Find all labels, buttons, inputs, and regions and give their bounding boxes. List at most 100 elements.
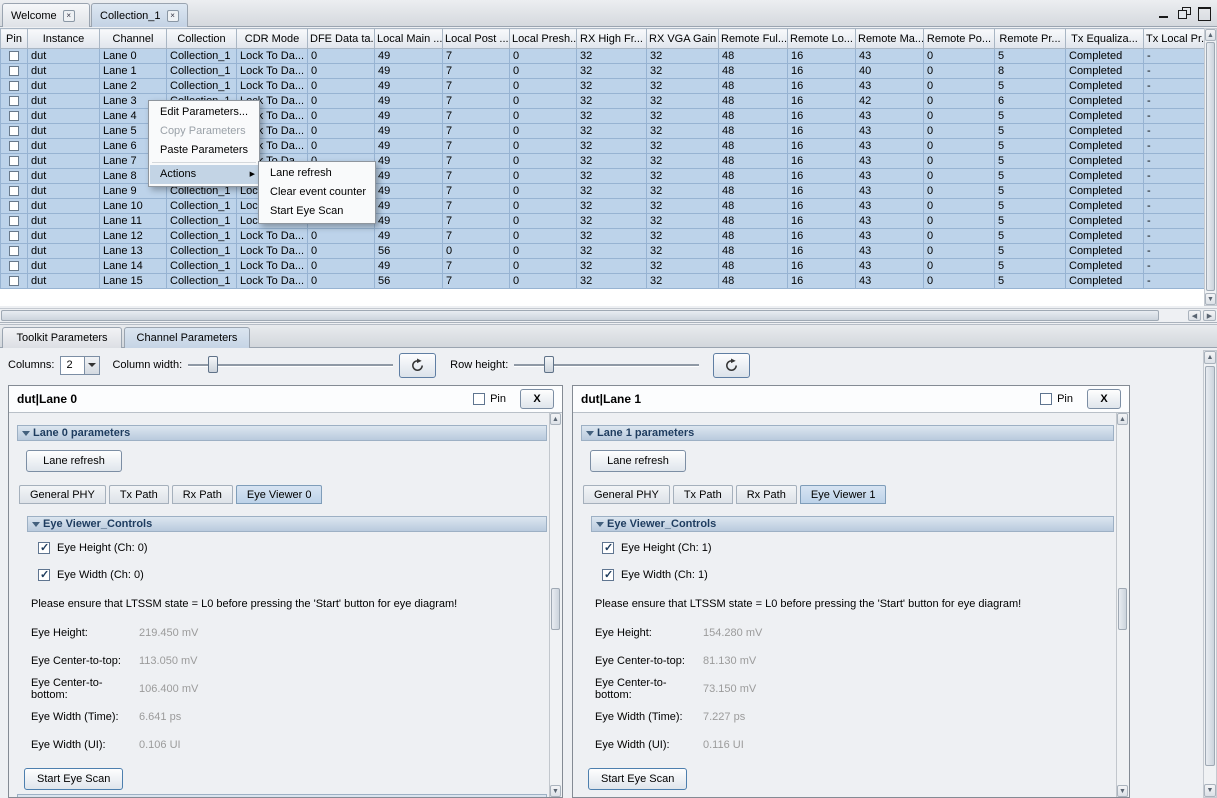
scroll-thumb[interactable] xyxy=(1,310,1159,321)
scroll-up-icon[interactable]: ▲ xyxy=(550,413,561,425)
pin-checkbox[interactable] xyxy=(9,51,19,61)
scroll-thumb[interactable] xyxy=(551,588,560,630)
column-header[interactable]: Pin xyxy=(1,29,28,49)
tab-channel-parameters[interactable]: Channel Parameters xyxy=(124,327,250,348)
menu-item-clear-event-counter[interactable]: Clear event counter xyxy=(260,183,374,202)
column-width-slider[interactable] xyxy=(188,355,393,375)
columns-select[interactable]: 2 xyxy=(60,356,100,375)
lane-refresh-button[interactable]: Lane refresh xyxy=(26,450,122,472)
tab-toolkit-parameters[interactable]: Toolkit Parameters xyxy=(2,327,122,348)
dropdown-arrow-icon[interactable] xyxy=(84,357,99,374)
close-icon[interactable]: × xyxy=(167,10,179,22)
checkbox-checked[interactable] xyxy=(38,542,50,554)
pin-cell[interactable] xyxy=(1,139,28,154)
table-vertical-scrollbar[interactable]: ▲ ▼ xyxy=(1204,28,1217,306)
table-row[interactable]: dutLane 1Collection_1Lock To Da...049703… xyxy=(1,64,1206,79)
eye-width-checkbox-row[interactable]: Eye Width (Ch: 0) xyxy=(38,569,549,581)
column-header[interactable]: CDR Mode xyxy=(237,29,308,49)
pin-checkbox[interactable] xyxy=(473,393,485,405)
tab-eye-viewer-0[interactable]: Eye Viewer 0 xyxy=(236,485,323,504)
checkbox-checked[interactable] xyxy=(38,569,50,581)
row-height-slider[interactable] xyxy=(514,355,699,375)
pin-checkbox[interactable] xyxy=(9,261,19,271)
panel-scrollbar[interactable]: ▲ ▼ xyxy=(1116,413,1129,797)
pin-checkbox[interactable] xyxy=(9,141,19,151)
scroll-left-icon[interactable]: ◀ xyxy=(1188,310,1201,321)
menu-item-paste-parameters[interactable]: Paste Parameters xyxy=(150,141,258,160)
pin-checkbox-wrap[interactable]: Pin xyxy=(1040,393,1073,405)
bottom-vertical-scrollbar[interactable]: ▲ ▼ xyxy=(1203,350,1217,798)
pin-cell[interactable] xyxy=(1,199,28,214)
tab-general-phy[interactable]: General PHY xyxy=(19,485,106,504)
pin-checkbox[interactable] xyxy=(9,66,19,76)
column-header[interactable]: Tx Equaliza... xyxy=(1066,29,1144,49)
start-eye-scan-button[interactable]: Start Eye Scan xyxy=(588,768,687,790)
column-header[interactable]: Tx Local Pr... xyxy=(1144,29,1206,49)
scroll-down-icon[interactable]: ▼ xyxy=(1204,784,1216,797)
column-header[interactable]: RX VGA Gain xyxy=(647,29,719,49)
scroll-thumb[interactable] xyxy=(1206,42,1215,291)
tab-rx-path[interactable]: Rx Path xyxy=(172,485,233,504)
pin-checkbox[interactable] xyxy=(9,111,19,121)
close-panel-button[interactable]: X xyxy=(1087,389,1121,409)
pin-cell[interactable] xyxy=(1,109,28,124)
close-panel-button[interactable]: X xyxy=(520,389,554,409)
table-row[interactable]: dutLane 0Collection_1Lock To Da...049703… xyxy=(1,49,1206,64)
menu-item-actions[interactable]: Actions ▶ xyxy=(150,165,258,184)
pin-checkbox[interactable] xyxy=(9,276,19,286)
row-height-refresh-button[interactable] xyxy=(713,353,750,378)
scroll-down-icon[interactable]: ▼ xyxy=(1117,785,1128,797)
table-row[interactable]: dutLane 10Collection_1Lock To Da...04970… xyxy=(1,199,1206,214)
pin-cell[interactable] xyxy=(1,79,28,94)
start-eye-scan-button[interactable]: Start Eye Scan xyxy=(24,768,123,790)
table-horizontal-scrollbar[interactable]: ◀ ▶ xyxy=(0,308,1217,323)
restore-icon[interactable] xyxy=(1176,6,1191,20)
tab-collection-1[interactable]: Collection_1 × xyxy=(91,3,188,27)
column-header[interactable]: RX High Fr... xyxy=(577,29,647,49)
column-width-refresh-button[interactable] xyxy=(399,353,436,378)
scroll-down-icon[interactable]: ▼ xyxy=(1205,293,1216,305)
pin-checkbox[interactable] xyxy=(9,186,19,196)
table-row[interactable]: dutLane 14Collection_1Lock To Da...04970… xyxy=(1,259,1206,274)
column-header[interactable]: Remote Lo... xyxy=(788,29,856,49)
section-eye-viewer-controls[interactable]: Eye Viewer_Controls xyxy=(591,516,1114,532)
pin-cell[interactable] xyxy=(1,214,28,229)
tab-tx-path[interactable]: Tx Path xyxy=(109,485,169,504)
scroll-thumb[interactable] xyxy=(1205,366,1215,766)
pin-cell[interactable] xyxy=(1,229,28,244)
slider-thumb[interactable] xyxy=(544,356,554,373)
pin-checkbox[interactable] xyxy=(9,126,19,136)
menu-item-start-eye-scan[interactable]: Start Eye Scan xyxy=(260,202,374,221)
column-header[interactable]: Remote Ful... xyxy=(719,29,788,49)
table-row[interactable]: dutLane 11Collection_1Lock To Da...04970… xyxy=(1,214,1206,229)
section-lane-parameters[interactable]: Lane 1 parameters xyxy=(581,425,1114,441)
tab-tx-path[interactable]: Tx Path xyxy=(673,485,733,504)
pin-checkbox-wrap[interactable]: Pin xyxy=(473,393,506,405)
column-header[interactable]: Remote Pr... xyxy=(995,29,1066,49)
column-header[interactable]: Channel xyxy=(100,29,167,49)
column-header[interactable]: Local Main ... xyxy=(375,29,443,49)
tab-general-phy[interactable]: General PHY xyxy=(583,485,670,504)
pin-checkbox[interactable] xyxy=(9,231,19,241)
minimize-icon[interactable] xyxy=(1156,6,1171,20)
pin-checkbox[interactable] xyxy=(9,201,19,211)
pin-cell[interactable] xyxy=(1,94,28,109)
column-header[interactable]: Instance xyxy=(28,29,100,49)
tab-welcome[interactable]: Welcome × xyxy=(2,3,90,27)
pin-checkbox[interactable] xyxy=(9,81,19,91)
section-eye-viewer-controls[interactable]: Eye Viewer_Controls xyxy=(27,516,547,532)
column-header[interactable]: DFE Data ta... xyxy=(308,29,375,49)
pin-cell[interactable] xyxy=(1,244,28,259)
column-header[interactable]: Local Presh... xyxy=(510,29,577,49)
close-icon[interactable]: × xyxy=(63,10,75,22)
pin-checkbox[interactable] xyxy=(9,216,19,226)
checkbox-checked[interactable] xyxy=(602,542,614,554)
eye-width-checkbox-row[interactable]: Eye Width (Ch: 1) xyxy=(602,569,1116,581)
table-row[interactable]: dutLane 2Collection_1Lock To Da...049703… xyxy=(1,79,1206,94)
maximize-icon[interactable] xyxy=(1196,6,1211,20)
scroll-right-icon[interactable]: ▶ xyxy=(1203,310,1216,321)
table-row[interactable]: dutLane 12Collection_1Lock To Da...04970… xyxy=(1,229,1206,244)
pin-checkbox[interactable] xyxy=(9,156,19,166)
menu-item-lane-refresh[interactable]: Lane refresh xyxy=(260,164,374,183)
slider-thumb[interactable] xyxy=(208,356,218,373)
